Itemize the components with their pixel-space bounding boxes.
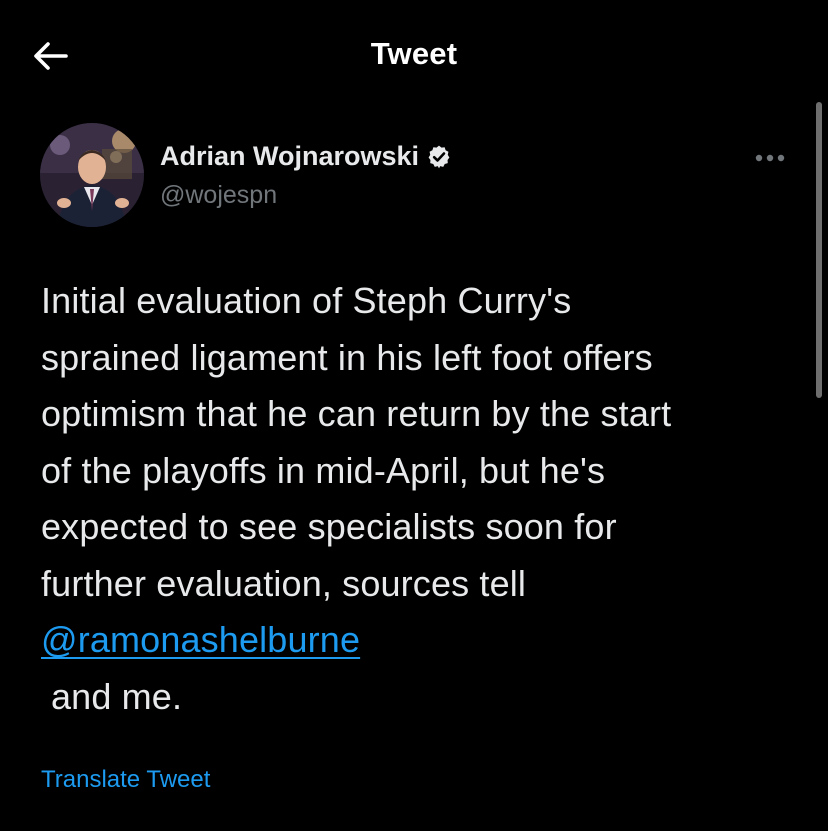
top-bar: Tweet	[0, 0, 828, 110]
tweet-text-line: expected to see specialists soon for	[41, 506, 617, 547]
scrollbar[interactable]	[816, 102, 822, 398]
author-handle[interactable]: @wojespn	[160, 181, 277, 210]
tweet-text-line: optimism that he can return by the start	[41, 393, 672, 434]
author-name-text[interactable]: Adrian Wojnarowski	[160, 141, 419, 172]
mention-link[interactable]: @ramonashelburne	[41, 619, 360, 660]
avatar[interactable]	[40, 123, 144, 227]
translate-tweet-link[interactable]: Translate Tweet	[41, 766, 210, 794]
page-title: Tweet	[370, 36, 458, 71]
tweet-text-line: sprained ligament in his left foot offer…	[41, 336, 653, 378]
tweet-text-line: Initial evaluation of Steph Curry's	[41, 280, 572, 321]
author-name[interactable]: Adrian Wojnarowski	[160, 141, 452, 172]
tweet-text-tail: and me.	[51, 675, 183, 717]
tweet-text-line: of the playoffs in mid-April, but he's	[41, 449, 606, 491]
more-dots-icon	[755, 154, 785, 162]
tweet-text: Initial evaluation of Steph Curry's spra…	[41, 273, 811, 725]
more-options-button[interactable]	[748, 140, 792, 176]
tweet-text-line: further evaluation, sources tell	[41, 562, 527, 604]
verified-badge-icon	[426, 144, 452, 170]
